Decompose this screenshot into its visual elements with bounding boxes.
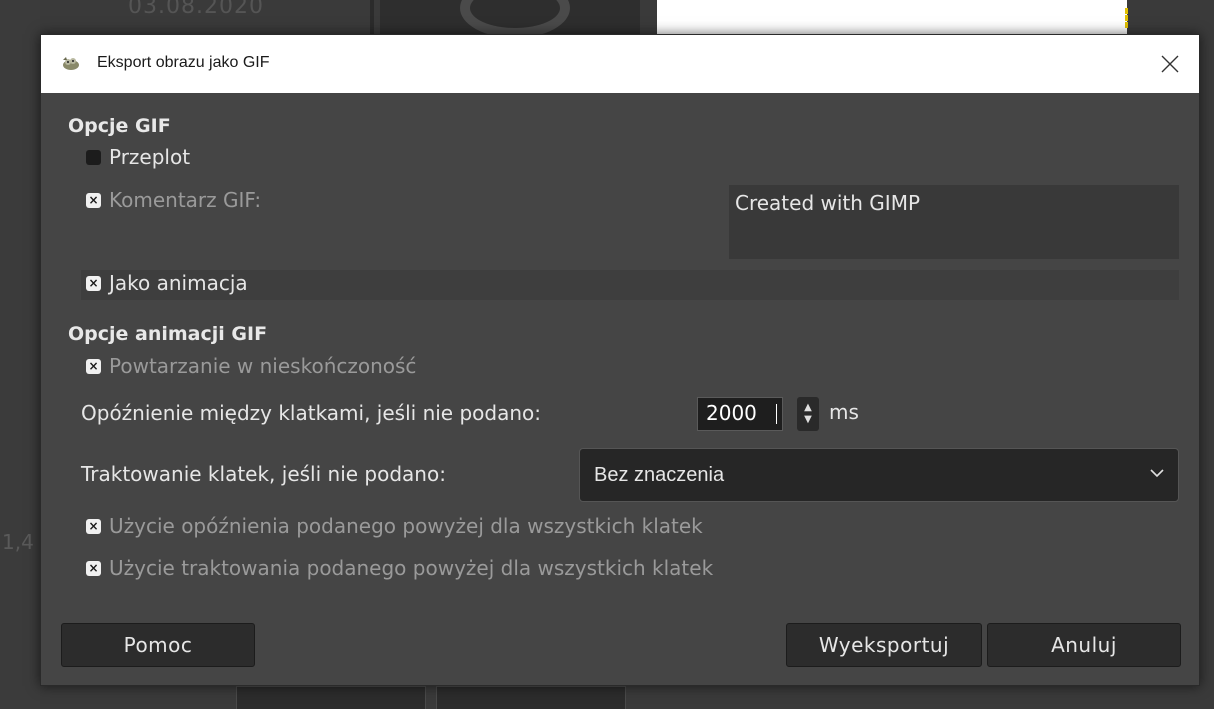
background-selection-edge	[1125, 8, 1128, 28]
animation-options-heading: Opcje animacji GIF	[68, 323, 268, 345]
chevron-down-icon	[1150, 469, 1164, 478]
disposal-value: Bez znaczenia	[594, 463, 725, 486]
disposal-label: Traktowanie klatek, jeśli nie podano:	[81, 462, 446, 486]
use-disposal-all-checkbox[interactable]: ×	[86, 560, 101, 576]
spin-arrows-icon[interactable]: ▲ ▼	[797, 397, 819, 431]
interlace-checkbox[interactable]	[86, 149, 101, 165]
dialog-titlebar: Eksport obrazu jako GIF	[41, 35, 1199, 93]
comment-textarea[interactable]: Created with GIMP	[729, 185, 1179, 259]
comment-checkbox-row[interactable]: × Komentarz GIF:	[86, 188, 261, 212]
as-animation-checkbox[interactable]: ×	[86, 275, 101, 291]
spin-down-icon[interactable]: ▼	[804, 414, 812, 426]
background-side-text: 1,4	[2, 530, 34, 554]
use-disposal-all-label: Użycie traktowania podanego powyżej dla …	[109, 556, 714, 580]
comment-label: Komentarz GIF:	[109, 188, 262, 212]
comment-checkbox[interactable]: ×	[86, 192, 101, 208]
help-button[interactable]: Pomoc	[61, 623, 255, 667]
cancel-button[interactable]: Anuluj	[987, 623, 1181, 667]
export-gif-dialog: Eksport obrazu jako GIF Opcje GIF Przepl…	[40, 34, 1200, 686]
use-disposal-all-checkbox-row[interactable]: × Użycie traktowania podanego powyżej dl…	[86, 556, 713, 580]
interlace-label: Przeplot	[109, 145, 191, 169]
dialog-title: Eksport obrazu jako GIF	[97, 54, 270, 71]
gif-options-heading: Opcje GIF	[68, 115, 171, 137]
loop-checkbox[interactable]: ×	[86, 358, 101, 374]
delay-label: Opóźnienie między klatkami, jeśli nie po…	[81, 401, 541, 425]
use-delay-all-label: Użycie opóźnienia podanego powyżej dla w…	[109, 514, 703, 538]
loop-label: Powtarzanie w nieskończoność	[109, 354, 417, 378]
background-panel	[0, 0, 40, 709]
gimp-wilber-icon	[63, 57, 79, 70]
close-icon	[1161, 55, 1179, 73]
close-button[interactable]	[1141, 35, 1199, 93]
delay-unit-label: ms	[829, 400, 859, 424]
as-animation-label: Jako animacja	[109, 271, 248, 295]
loop-checkbox-row[interactable]: × Powtarzanie w nieskończoność	[86, 354, 416, 378]
spin-up-icon[interactable]: ▲	[804, 402, 812, 414]
disposal-dropdown[interactable]: Bez znaczenia	[579, 448, 1179, 502]
use-delay-all-checkbox[interactable]: ×	[86, 518, 101, 534]
as-animation-checkbox-row[interactable]: × Jako animacja	[86, 271, 248, 295]
background-button	[436, 686, 626, 709]
background-canvas	[657, 0, 1127, 36]
background-date-text: 03.08.2020	[128, 0, 264, 19]
background-divider	[370, 0, 374, 36]
interlace-checkbox-row[interactable]: Przeplot	[86, 145, 190, 169]
delay-input[interactable]: 2000	[697, 397, 783, 431]
background-button	[236, 686, 426, 709]
export-button[interactable]: Wyeksportuj	[786, 623, 982, 667]
use-delay-all-checkbox-row[interactable]: × Użycie opóźnienia podanego powyżej dla…	[86, 514, 703, 538]
